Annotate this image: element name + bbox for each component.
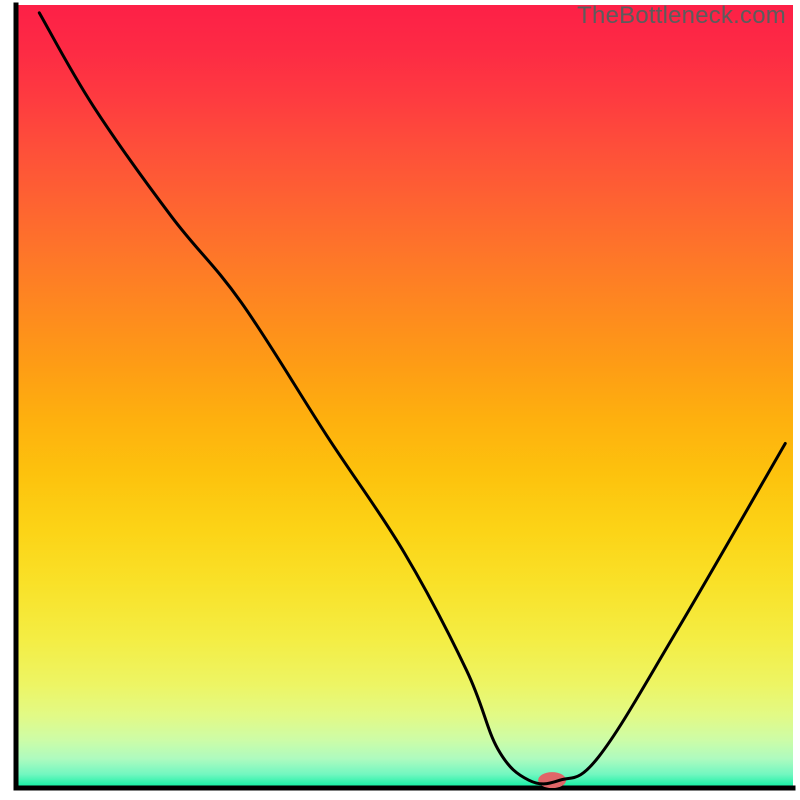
bottleneck-chart xyxy=(0,0,800,800)
plot-background xyxy=(18,5,793,786)
chart-container: TheBottleneck.com xyxy=(0,0,800,800)
watermark-text: TheBottleneck.com xyxy=(577,2,786,30)
